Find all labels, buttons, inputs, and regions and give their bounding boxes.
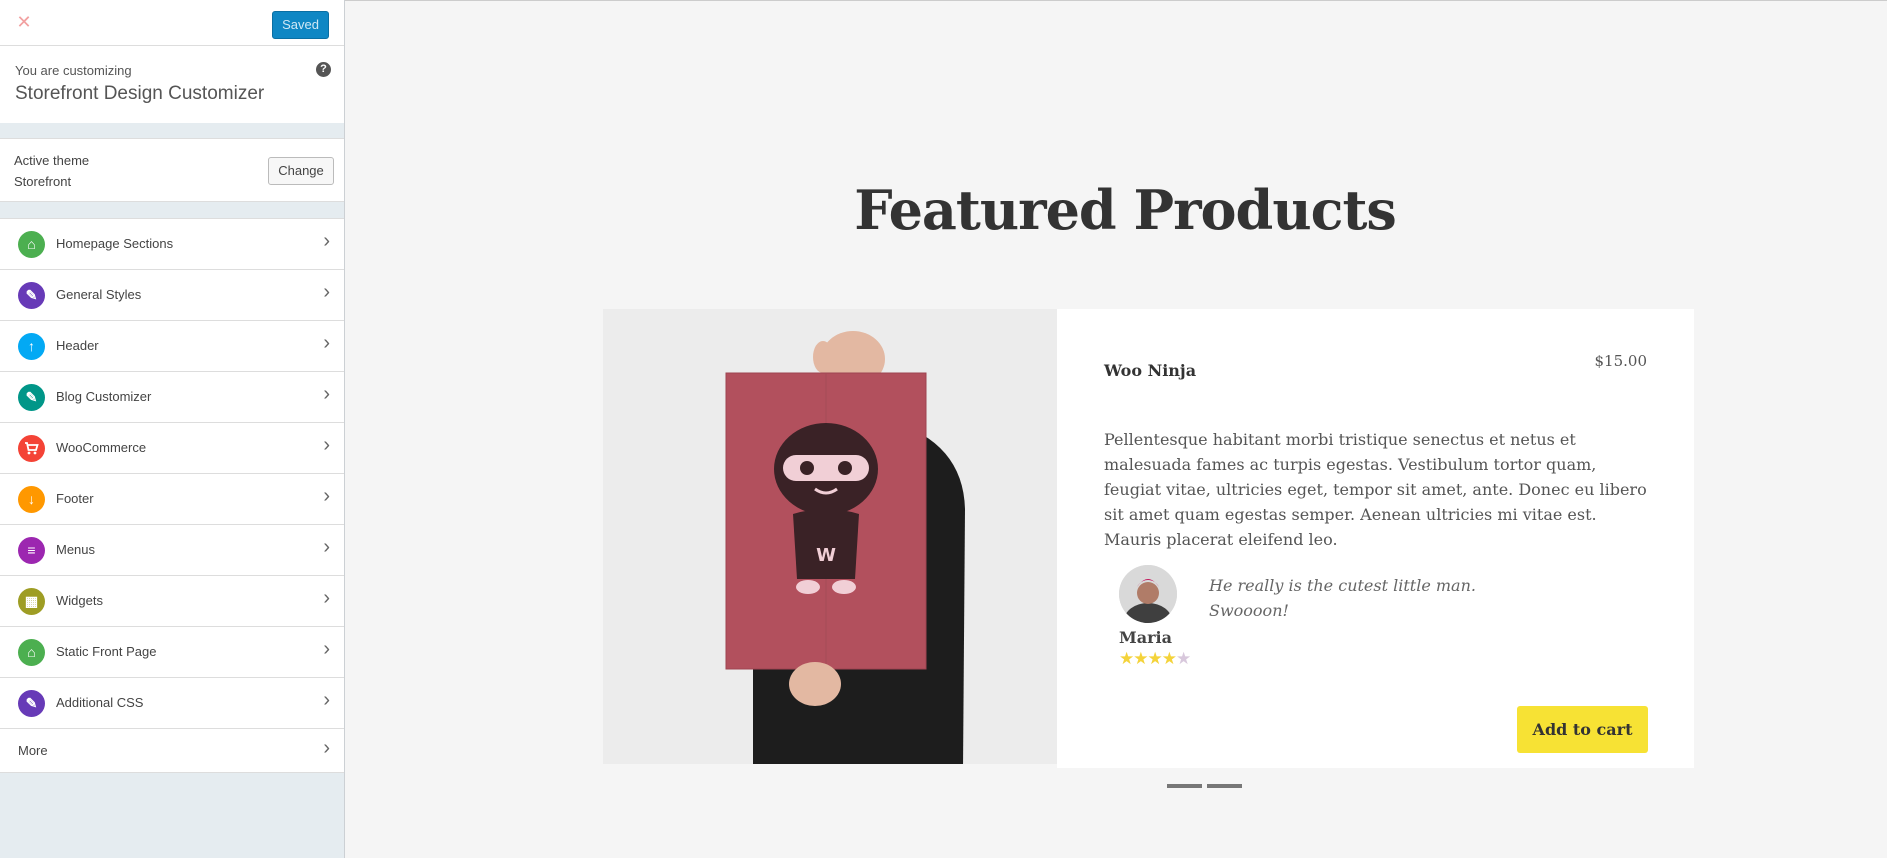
close-icon[interactable]: ✕ xyxy=(10,8,38,36)
sidebar-item-label: Menus xyxy=(56,542,96,557)
sidebar-item-additional-css[interactable]: ✎ Additional CSS › xyxy=(0,678,344,729)
slider-dot[interactable] xyxy=(1207,784,1242,788)
paintbrush-icon: ✎ xyxy=(18,282,45,309)
pencil-icon: ✎ xyxy=(18,384,45,411)
home-icon: ⌂ xyxy=(18,639,45,666)
rating-stars: ★★★★★ xyxy=(1119,649,1191,669)
star-filled-icon: ★ xyxy=(1161,649,1177,668)
sidebar-item-label: Blog Customizer xyxy=(56,389,152,404)
sidebar-item-label: Static Front Page xyxy=(56,644,157,659)
arrow-up-icon: ↑ xyxy=(18,333,45,360)
sidebar-item-label: Footer xyxy=(56,491,94,506)
sidebar-item-label: Widgets xyxy=(56,593,103,608)
chevron-right-icon: › xyxy=(323,485,330,507)
cart-icon xyxy=(18,435,45,462)
menu-icon: ≡ xyxy=(18,537,45,564)
sidebar-item-footer[interactable]: ↓ Footer › xyxy=(0,474,344,525)
ninja-poster-illustration: W xyxy=(725,331,965,764)
star-empty-icon: ★ xyxy=(1176,649,1191,668)
customizer-sidebar: ✕ Saved You are customizing Storefront D… xyxy=(0,0,345,858)
chevron-right-icon: › xyxy=(323,587,330,609)
widgets-icon: ▦ xyxy=(18,588,45,615)
customizing-label: You are customizing xyxy=(15,63,132,78)
customizing-title: Storefront Design Customizer xyxy=(15,83,265,104)
sidebar-item-blog-customizer[interactable]: ✎ Blog Customizer › xyxy=(0,372,344,423)
active-theme-name: Storefront xyxy=(14,174,72,189)
slider-dot[interactable] xyxy=(1167,784,1202,788)
reviewer-name: Maria xyxy=(1119,628,1172,647)
sidebar-item-menus[interactable]: ≡ Menus › xyxy=(0,525,344,576)
sidebar-item-label: General Styles xyxy=(56,287,142,302)
star-filled-icon: ★ xyxy=(1119,649,1134,668)
chevron-right-icon: › xyxy=(323,332,330,354)
customizer-info: You are customizing Storefront Design Cu… xyxy=(0,46,344,123)
customizer-menu: ⌂ Homepage Sections › ✎ General Styles ›… xyxy=(0,218,344,773)
sidebar-item-static-front-page[interactable]: ⌂ Static Front Page › xyxy=(0,627,344,678)
chevron-right-icon: › xyxy=(323,281,330,303)
chevron-right-icon: › xyxy=(323,230,330,252)
sidebar-item-widgets[interactable]: ▦ Widgets › xyxy=(0,576,344,627)
product-name[interactable]: Woo Ninja xyxy=(1104,361,1196,380)
active-theme-panel: Active theme Storefront Change xyxy=(0,138,344,202)
product-price: $15.00 xyxy=(1594,352,1648,370)
chevron-right-icon: › xyxy=(323,536,330,558)
sidebar-item-homepage-sections[interactable]: ⌂ Homepage Sections › xyxy=(0,219,344,270)
chevron-right-icon: › xyxy=(323,689,330,711)
sidebar-item-general-styles[interactable]: ✎ General Styles › xyxy=(0,270,344,321)
paintbrush-icon: ✎ xyxy=(18,690,45,717)
sidebar-item-header[interactable]: ↑ Header › xyxy=(0,321,344,372)
chevron-right-icon: › xyxy=(323,737,330,759)
chevron-right-icon: › xyxy=(323,638,330,660)
change-theme-button[interactable]: Change xyxy=(268,157,334,185)
product-details-card: Woo Ninja $15.00 Pellentesque habitant m… xyxy=(1057,309,1694,768)
featured-products-heading: Featured Products xyxy=(854,178,1397,242)
sidebar-item-label: More xyxy=(18,743,48,758)
reviewer-avatar xyxy=(1119,565,1177,623)
sidebar-item-woocommerce[interactable]: WooCommerce › xyxy=(0,423,344,474)
product-image[interactable]: W xyxy=(603,309,1057,764)
review-quote: He really is the cutest little man. Swoo… xyxy=(1209,576,1476,620)
star-filled-icon: ★ xyxy=(1147,649,1163,668)
sidebar-item-label: Additional CSS xyxy=(56,695,144,710)
saved-button[interactable]: Saved xyxy=(272,11,329,39)
arrow-down-icon: ↓ xyxy=(18,486,45,513)
customizer-header: ✕ Saved xyxy=(0,0,344,46)
add-to-cart-button[interactable]: Add to cart xyxy=(1517,706,1648,753)
active-theme-label: Active theme xyxy=(14,153,90,168)
sidebar-item-more[interactable]: More › xyxy=(0,729,344,773)
chevron-right-icon: › xyxy=(323,434,330,456)
help-icon[interactable]: ? xyxy=(316,62,331,77)
svg-text:W: W xyxy=(816,545,836,566)
sidebar-item-label: WooCommerce xyxy=(56,440,147,455)
sidebar-item-label: Homepage Sections xyxy=(56,236,174,251)
sidebar-item-label: Header xyxy=(56,338,99,353)
chevron-right-icon: › xyxy=(323,383,330,405)
star-filled-icon: ★ xyxy=(1133,649,1148,668)
preview-divider xyxy=(345,0,1887,1)
home-icon: ⌂ xyxy=(18,231,45,258)
product-description: Pellentesque habitant morbi tristique se… xyxy=(1104,430,1647,549)
